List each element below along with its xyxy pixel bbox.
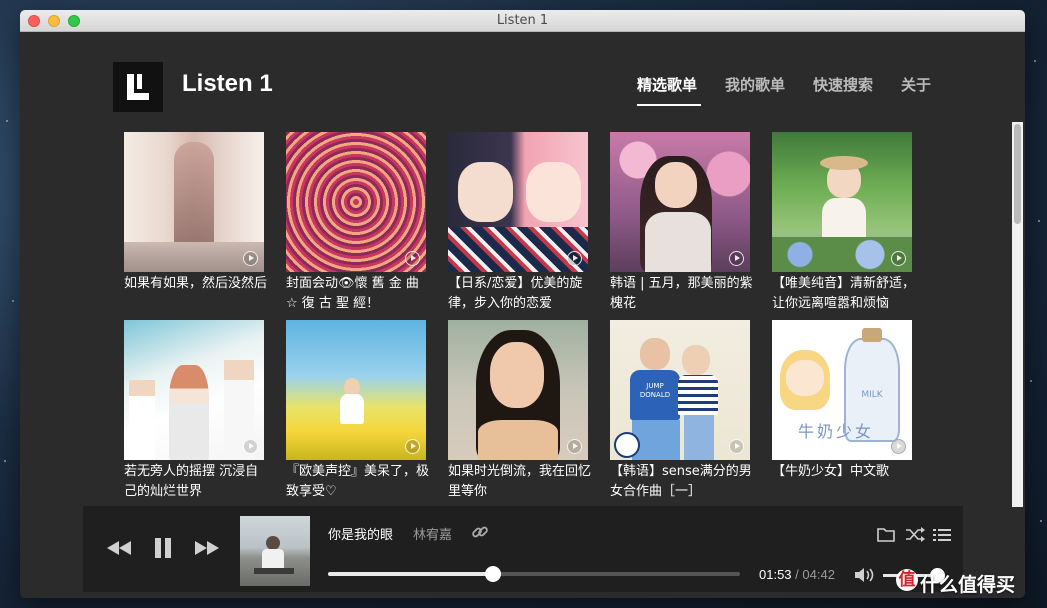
previous-track-button[interactable]	[107, 540, 131, 559]
playlist-card[interactable]: 韩语 | 五月，那美丽的紫槐花	[610, 132, 753, 314]
playlist-title[interactable]: 如果有如果，然后没然后	[124, 274, 268, 294]
progress-fill	[328, 572, 493, 576]
playlist-card[interactable]: 【唯美纯音】清新舒适，让你远离喧嚣和烦恼	[772, 132, 915, 314]
playlist-title[interactable]: 韩语 | 五月，那美丽的紫槐花	[610, 274, 754, 314]
player-bar: 你是我的眼 林宥嘉 01:53 / 04:42	[83, 506, 963, 592]
play-icon[interactable]	[891, 251, 906, 266]
app-header: Listen 1 精选歌单 我的歌单 快速搜索 关于	[20, 32, 1025, 122]
playlist-title[interactable]: 如果时光倒流，我在回忆里等你	[448, 462, 592, 502]
play-icon[interactable]	[567, 251, 582, 266]
folder-icon	[877, 528, 895, 542]
tab-my-playlists[interactable]: 我的歌单	[725, 74, 785, 95]
pause-button[interactable]	[153, 538, 173, 562]
playlist-card[interactable]: 若无旁人的摇摆 沉浸自己的灿烂世界	[124, 320, 264, 502]
app-window: Listen 1 Listen 1 精选歌单 我的歌单 快速搜索 关于 如果有如…	[20, 10, 1025, 598]
volume-icon[interactable]	[855, 567, 877, 587]
scrollbar[interactable]	[1012, 122, 1023, 507]
playlist-title[interactable]: 封面会动👁懷 舊 金 曲 ☆ 復 古 聖 經！	[286, 274, 430, 314]
next-track-button[interactable]	[195, 540, 219, 559]
time-separator: /	[795, 567, 799, 582]
active-tab-indicator	[637, 104, 701, 106]
progress-bar[interactable]	[328, 566, 740, 582]
play-icon[interactable]	[405, 439, 420, 454]
playlist-card[interactable]: JUMP DONALD 【韩语】sense满分的男女合作曲［一］	[610, 320, 752, 502]
playlist-grid: 如果有如果，然后没然后 封面会动👁懷 舊 金 曲 ☆ 復 古 聖 經！ 【日系/…	[124, 132, 984, 510]
playlist-card[interactable]: 『欧美声控』美呆了，极致享受♡	[286, 320, 429, 502]
playlist-title[interactable]: 若无旁人的摇摆 沉浸自己的灿烂世界	[124, 462, 268, 502]
playback-time: 01:53 / 04:42	[759, 567, 835, 582]
play-icon[interactable]	[243, 251, 258, 266]
playlist-cover[interactable]	[286, 132, 426, 272]
progress-handle[interactable]	[484, 566, 501, 582]
shuffle-icon	[906, 527, 925, 542]
play-icon[interactable]	[567, 439, 582, 454]
playlist-cover[interactable]	[286, 320, 426, 460]
playlist-title[interactable]: 『欧美声控』美呆了，极致享受♡	[286, 462, 430, 502]
playlist-cover[interactable]	[124, 132, 264, 272]
milk-label: MILK	[861, 390, 883, 400]
play-icon[interactable]	[891, 439, 906, 454]
tab-quick-search[interactable]: 快速搜索	[813, 74, 873, 95]
scrollbar-thumb[interactable]	[1014, 124, 1021, 224]
rewind-icon	[107, 541, 131, 555]
playlist-cover[interactable]: MILK 牛奶少女	[772, 320, 912, 460]
playlist-cover[interactable]: JUMP DONALD	[610, 320, 750, 460]
tab-featured-playlists[interactable]: 精选歌单	[637, 74, 697, 95]
shuffle-button[interactable]	[905, 527, 925, 546]
playlist-title[interactable]: 【唯美纯音】清新舒适，让你远离喧嚣和烦恼	[772, 274, 916, 314]
playlist-cover[interactable]	[448, 320, 588, 460]
play-icon[interactable]	[405, 251, 420, 266]
app-logo-icon	[113, 62, 163, 112]
playlist-card[interactable]: 【日系/恋爱】优美的旋律，步入你的恋爱	[448, 132, 588, 314]
current-time: 01:53	[759, 567, 792, 582]
watermark-text: 什么值得买	[920, 574, 1016, 596]
app-name: Listen 1	[182, 70, 273, 97]
play-icon[interactable]	[729, 251, 744, 266]
link-icon[interactable]	[471, 523, 489, 545]
playlist-cover[interactable]	[448, 132, 588, 272]
playlist-queue-button[interactable]	[933, 527, 951, 546]
pause-icon	[155, 538, 171, 558]
playlist-card[interactable]: 封面会动👁懷 舊 金 曲 ☆ 復 古 聖 經！	[286, 132, 426, 314]
playlist-cover[interactable]	[124, 320, 264, 460]
folder-button[interactable]	[877, 527, 895, 546]
watermark-logo-icon: 值	[896, 569, 918, 591]
now-playing-cover[interactable]	[240, 516, 310, 586]
now-playing-artist[interactable]: 林宥嘉	[413, 524, 452, 543]
tab-about[interactable]: 关于	[901, 74, 931, 95]
playlist-cover[interactable]	[610, 132, 750, 272]
playlist-title[interactable]: 【日系/恋爱】优美的旋律，步入你的恋爱	[448, 274, 592, 314]
list-icon	[933, 529, 951, 541]
playlist-title[interactable]: 【韩语】sense满分的男女合作曲［一］	[610, 462, 754, 502]
playlist-title[interactable]: 【牛奶少女】中文歌	[772, 462, 916, 482]
now-playing-title: 你是我的眼	[328, 528, 394, 543]
play-icon[interactable]	[243, 439, 258, 454]
playlist-card[interactable]: MILK 牛奶少女 【牛奶少女】中文歌	[772, 320, 912, 482]
cover-caption: 牛奶少女	[798, 422, 875, 441]
title-bar[interactable]: Listen 1	[20, 10, 1025, 32]
donald-shirt-text: DONALD	[639, 391, 671, 399]
playlist-card[interactable]: 如果有如果，然后没然后	[124, 132, 267, 294]
jump-shirt-text: JUMP	[646, 382, 664, 390]
play-icon[interactable]	[729, 439, 744, 454]
playlist-cover[interactable]	[772, 132, 912, 272]
playlist-card[interactable]: 如果时光倒流，我在回忆里等你	[448, 320, 591, 502]
total-time: 04:42	[802, 567, 835, 582]
window-title: Listen 1	[496, 13, 549, 28]
fast-forward-icon	[195, 541, 219, 555]
